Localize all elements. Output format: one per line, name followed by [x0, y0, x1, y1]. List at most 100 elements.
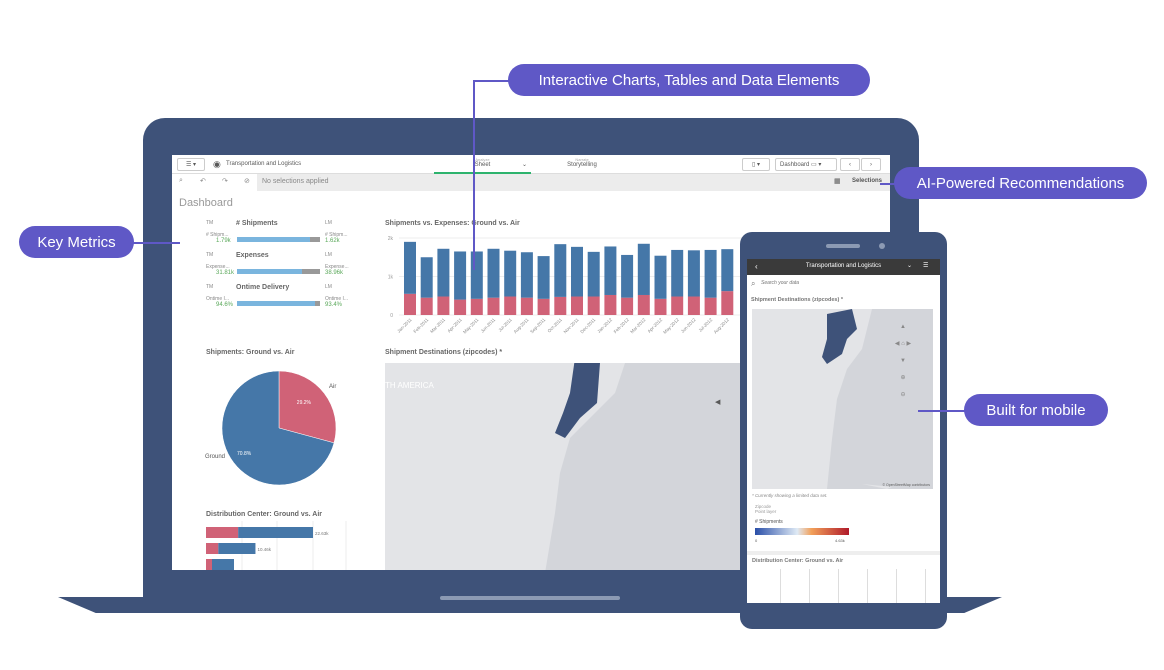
pie-slice-value: 70.8%	[237, 451, 252, 457]
bar-air[interactable]	[704, 297, 717, 315]
shipments-pie-chart[interactable]: 29.2% 70.8% Air Ground	[202, 360, 352, 500]
bar-ground[interactable]	[587, 251, 600, 297]
hbar-value: 10.46k	[257, 547, 271, 552]
hbar-air[interactable]	[206, 543, 219, 554]
kpi-tm-label: TM	[206, 252, 214, 258]
bar-air[interactable]	[504, 296, 517, 315]
bar-air[interactable]	[604, 294, 617, 315]
tab-narrate[interactable]: Narrate Storytelling	[552, 155, 612, 168]
bar-ground[interactable]	[687, 250, 700, 297]
hamburger-icon[interactable]: ☰	[923, 262, 928, 269]
y-tick-label: 0	[390, 313, 393, 319]
clear-selections-icon[interactable]: ⊘	[244, 177, 250, 185]
selections-bar: ⌕ ↶ ↷ ⊘ No selections applied ▦ Selectio…	[172, 174, 890, 191]
bar-ground[interactable]	[454, 251, 467, 300]
bar-ground[interactable]	[420, 257, 433, 298]
map-nav-controls[interactable]: ▲ ◀ ⌂ ▶ ▼ ⊕ ⊖	[892, 319, 914, 404]
previous-sheet-button[interactable]: ‹	[840, 158, 860, 171]
map-attribution: © OpenStreetMap contributors	[882, 483, 930, 487]
kpi-bullet-bar	[237, 269, 320, 274]
bar-air[interactable]	[721, 291, 734, 315]
hbar-air[interactable]	[206, 527, 239, 538]
bar-ground[interactable]	[721, 249, 734, 292]
legend-layer: Zipcode Point layer	[755, 504, 776, 514]
selections-button[interactable]: Selections	[852, 178, 882, 184]
bar-air[interactable]	[420, 297, 433, 315]
bar-air[interactable]	[454, 299, 467, 315]
x-tick-label: Aug-2011	[513, 317, 530, 334]
map-title: Shipment Destinations (zipcodes) *	[385, 349, 503, 356]
x-tick-label: Mar-2011	[429, 317, 446, 334]
x-tick-label: Jan-2012	[596, 317, 613, 334]
pan-left-icon[interactable]: ◀	[715, 398, 720, 406]
bar-air[interactable]	[554, 296, 567, 315]
bar-ground[interactable]	[554, 244, 567, 297]
selections-icon[interactable]: ▦	[834, 177, 841, 185]
bar-ground[interactable]	[537, 256, 550, 299]
bar-air[interactable]	[470, 298, 483, 315]
bar-air[interactable]	[437, 296, 450, 315]
sheet-button[interactable]: Dashboard ▭ ▾	[775, 158, 837, 171]
chevron-down-icon: ⌄	[521, 162, 527, 168]
legend-layer-type: Point layer	[755, 509, 777, 514]
x-tick-label: May-2011	[462, 317, 480, 335]
bar-air[interactable]	[404, 293, 416, 315]
bar-air[interactable]	[520, 297, 533, 315]
x-tick-label: Oct-2011	[547, 317, 564, 334]
bar-air[interactable]	[654, 298, 667, 315]
bar-ground[interactable]	[671, 249, 684, 297]
bar-ground[interactable]	[571, 246, 583, 297]
smart-search-icon[interactable]: ⌕	[179, 177, 183, 185]
bar-ground[interactable]	[520, 252, 533, 298]
bar-air[interactable]	[687, 296, 700, 315]
hbar-ground[interactable]	[238, 527, 313, 538]
mobile-map[interactable]: ▲ ◀ ⌂ ▶ ▼ ⊕ ⊖ © OpenStreetMap contributors	[752, 309, 933, 489]
sheet-button-label: Dashboard	[780, 161, 810, 168]
bar-ground[interactable]	[404, 241, 416, 294]
tab-narrate-value: Storytelling	[567, 162, 597, 168]
app-toolbar: ☰ ▾ ◉ Transportation and Logistics Analy…	[172, 155, 890, 174]
next-sheet-button[interactable]: ›	[861, 158, 881, 171]
callout-ai: AI-Powered Recommendations	[894, 167, 1147, 199]
distribution-center-chart[interactable]: 22.63k 10.46k	[206, 521, 351, 570]
bar-chart-title: Shipments vs. Expenses: Ground vs. Air	[385, 220, 520, 227]
kpi-title: # Shipments	[236, 220, 278, 227]
kpi-lm-label: LM	[325, 252, 332, 258]
hbar-air[interactable]	[206, 559, 212, 570]
shipment-map[interactable]: TH AMERICA ◀	[385, 363, 745, 570]
tab-analyze[interactable]: Analyze Sheet ⌄	[434, 155, 531, 174]
bar-ground[interactable]	[604, 246, 617, 295]
hbar-ground[interactable]	[212, 559, 234, 570]
mobile-header: ‹ Transportation and Logistics ⌄ ☰	[747, 259, 940, 275]
x-tick-label: Jun-2011	[480, 317, 497, 334]
hbar-ground[interactable]	[218, 543, 256, 554]
pie-slice-value: 29.2%	[297, 400, 312, 406]
bar-air[interactable]	[637, 294, 650, 315]
chevron-down-icon[interactable]: ⌄	[907, 262, 912, 269]
bar-air[interactable]	[621, 297, 634, 315]
bar-ground[interactable]	[487, 248, 500, 298]
bar-air[interactable]	[671, 296, 684, 315]
divider	[747, 551, 940, 555]
bar-ground[interactable]	[504, 250, 517, 297]
step-forward-icon[interactable]: ↷	[222, 177, 228, 185]
x-tick-label: Feb-2011	[412, 317, 429, 334]
map-region-label: TH AMERICA	[385, 381, 434, 390]
bar-ground[interactable]	[654, 255, 667, 299]
bookmark-button[interactable]: ▯ ▾	[742, 158, 770, 171]
step-back-icon[interactable]: ↶	[200, 177, 206, 185]
bar-air[interactable]	[587, 296, 600, 315]
bar-air[interactable]	[537, 298, 550, 315]
mobile-dc-chart[interactable]	[752, 569, 933, 603]
dc-chart-title: Distribution Center: Ground vs. Air	[206, 511, 323, 518]
bar-air[interactable]	[487, 297, 500, 315]
bar-ground[interactable]	[621, 254, 634, 298]
bar-ground[interactable]	[437, 248, 450, 297]
x-tick-label: Sep-2011	[529, 317, 546, 334]
phone-screen: ‹ Transportation and Logistics ⌄ ☰ ⌕ Shi…	[747, 259, 940, 603]
bar-air[interactable]	[571, 296, 583, 315]
menu-button[interactable]: ☰ ▾	[177, 158, 205, 171]
bar-ground[interactable]	[637, 243, 650, 295]
mobile-search-input[interactable]	[761, 280, 931, 286]
bar-ground[interactable]	[704, 249, 717, 298]
